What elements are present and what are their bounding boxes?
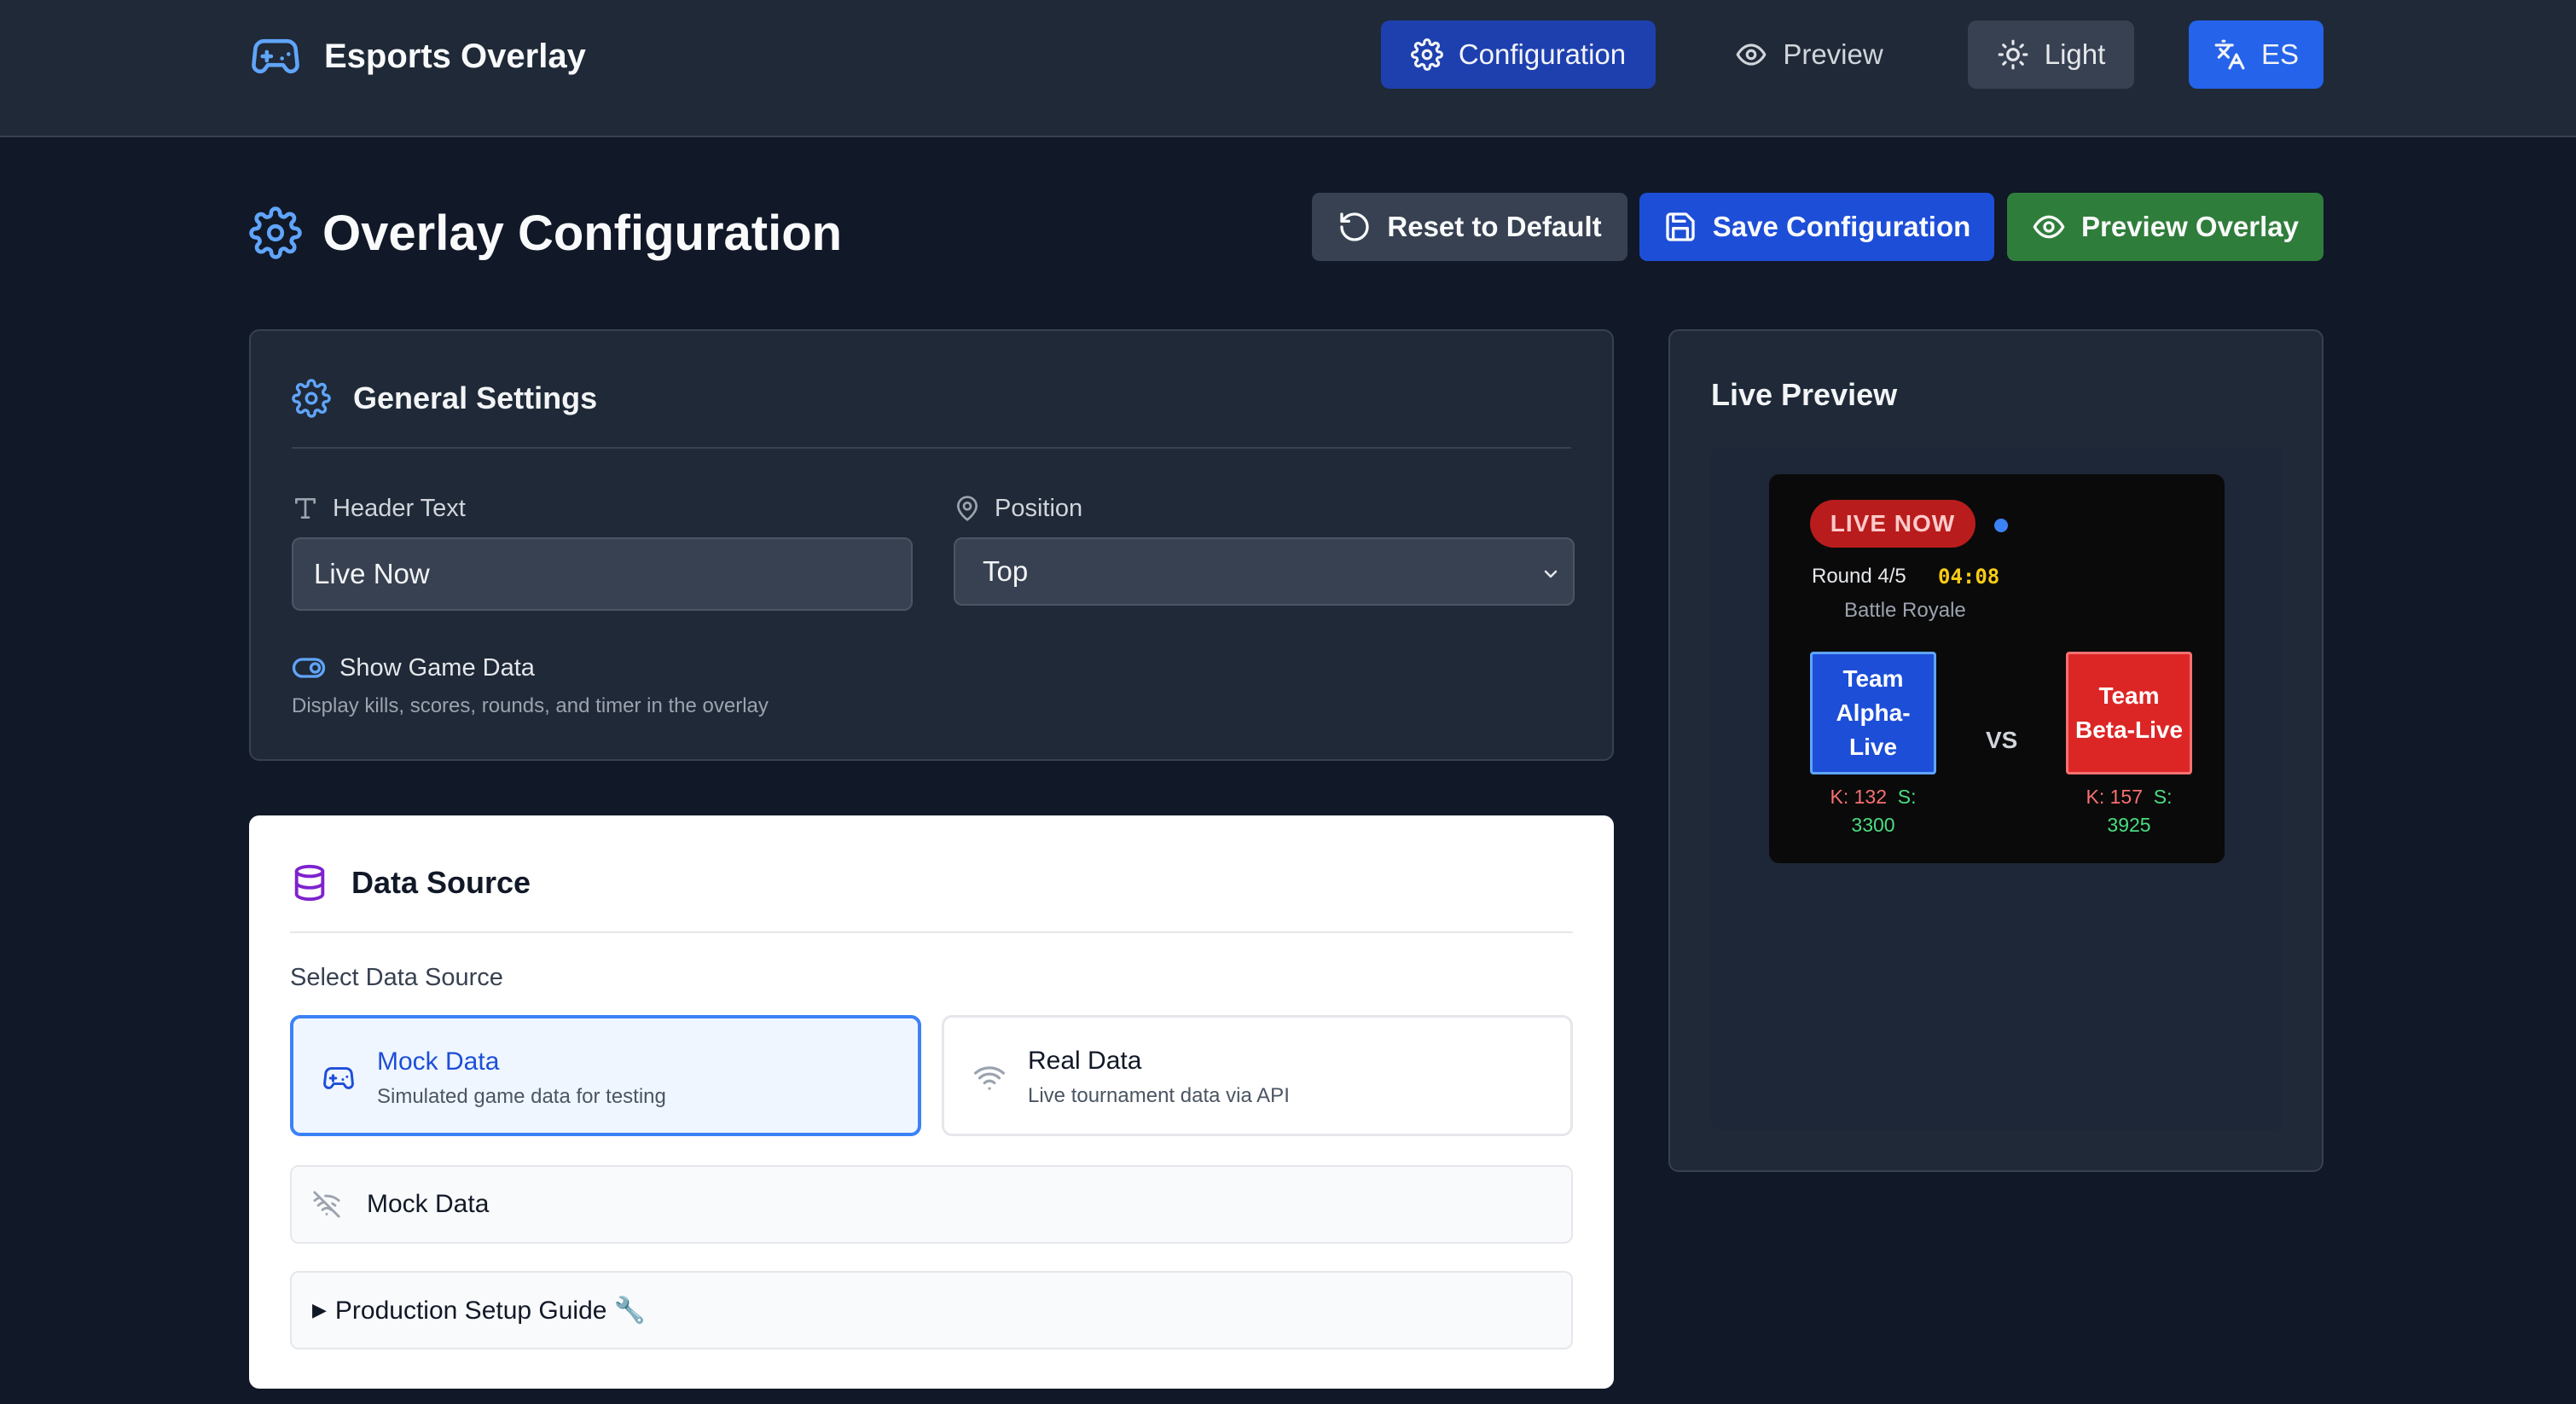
toggle-icon xyxy=(292,655,326,681)
data-source-header: Data Source xyxy=(290,862,531,904)
live-indicator-dot xyxy=(1994,519,2008,532)
nav-configuration-button[interactable]: Configuration xyxy=(1381,20,1656,89)
nav-configuration-label: Configuration xyxy=(1458,38,1627,70)
option-description: Simulated game data for testing xyxy=(377,1085,666,1108)
general-settings-header: General Settings xyxy=(292,377,597,420)
sun-icon xyxy=(1997,38,2029,71)
save-configuration-button[interactable]: Save Configuration xyxy=(1639,193,1994,261)
live-badge: LIVE NOW xyxy=(1810,500,1976,548)
gear-icon xyxy=(1410,38,1443,71)
select-data-source-label: Select Data Source xyxy=(290,964,503,991)
preview-overlay-button[interactable]: Preview Overlay xyxy=(2007,193,2324,261)
eye-icon xyxy=(1735,38,1767,71)
production-setup-guide-label: Production Setup Guide 🔧 xyxy=(334,1296,647,1325)
position-select-value: Top xyxy=(983,555,1029,587)
header-text-input[interactable] xyxy=(292,537,913,611)
timer-text: 04:08 xyxy=(1938,565,2000,589)
reset-to-default-button[interactable]: Reset to Default xyxy=(1312,193,1627,261)
preview-overlay-label: Preview Overlay xyxy=(2080,211,2299,242)
game-mode-text: Battle Royale xyxy=(1844,599,1966,622)
data-source-option-mock[interactable]: Mock Data Simulated game data for testin… xyxy=(290,1015,921,1136)
header-text-label-text: Header Text xyxy=(333,494,466,522)
gamepad-icon xyxy=(321,1063,357,1094)
show-game-data-toggle[interactable]: Show Game Data xyxy=(292,650,535,686)
nav-preview-button[interactable]: Preview xyxy=(1723,20,1895,89)
wifi-off-icon xyxy=(312,1190,341,1219)
live-preview-card: Live Preview LIVE NOW Round 4/5 04:08 Ba… xyxy=(1668,329,2324,1172)
gamepad-icon xyxy=(249,32,302,80)
save-label: Save Configuration xyxy=(1712,211,1971,242)
team-b-card: Team Beta-Live xyxy=(2066,652,2192,775)
rotate-ccw-icon xyxy=(1337,210,1372,244)
data-source-card: Data Source Select Data Source Mock Data… xyxy=(249,815,1614,1389)
translate-icon xyxy=(2213,38,2246,71)
database-icon xyxy=(290,863,329,902)
nav-preview-label: Preview xyxy=(1783,38,1883,70)
theme-toggle-label: Light xyxy=(2044,38,2106,70)
page-heading: Overlay Configuration xyxy=(322,205,843,261)
team-a-card: Team Alpha-Live xyxy=(1810,652,1936,775)
theme-toggle-button[interactable]: Light xyxy=(1968,20,2134,89)
save-icon xyxy=(1663,210,1697,244)
wifi-icon xyxy=(972,1062,1007,1093)
show-game-data-label: Show Game Data xyxy=(339,653,535,682)
option-description: Live tournament data via API xyxy=(1028,1084,1290,1107)
team-b-kills: K: 157 xyxy=(2086,786,2143,808)
header-text-label: Header Text xyxy=(292,491,466,525)
section-divider xyxy=(292,447,1571,449)
chevron-down-icon xyxy=(1540,564,1561,584)
option-title: Mock Data xyxy=(377,1047,500,1076)
data-source-option-real[interactable]: Real Data Live tournament data via API xyxy=(942,1015,1573,1136)
production-setup-guide[interactable]: ▶ Production Setup Guide 🔧 xyxy=(290,1271,1573,1349)
position-label-text: Position xyxy=(995,494,1083,522)
live-preview-title: Live Preview xyxy=(1711,377,1898,412)
gear-icon xyxy=(249,206,302,259)
option-title: Real Data xyxy=(1028,1047,1142,1075)
gear-icon xyxy=(292,379,331,418)
round-text: Round 4/5 xyxy=(1812,565,1906,588)
team-a-kills: K: 132 xyxy=(1830,786,1887,808)
section-divider xyxy=(290,931,1573,933)
language-label: ES xyxy=(2260,38,2300,70)
brand[interactable]: Esports Overlay xyxy=(249,32,586,80)
position-label: Position xyxy=(954,491,1082,525)
data-source-status: Mock Data xyxy=(290,1165,1573,1244)
reset-label: Reset to Default xyxy=(1387,211,1602,242)
eye-icon xyxy=(2032,210,2066,244)
vs-label: VS xyxy=(1986,727,2018,753)
top-navbar: Esports Overlay Configuration Preview Li… xyxy=(0,0,2576,137)
data-source-status-text: Mock Data xyxy=(367,1190,490,1218)
data-source-title: Data Source xyxy=(351,865,531,900)
overlay-preview: LIVE NOW Round 4/5 04:08 Battle Royale T… xyxy=(1769,474,2225,863)
preview-area: LIVE NOW Round 4/5 04:08 Battle Royale T… xyxy=(1711,447,2283,1129)
team-a-stats: K: 132 S: 3300 xyxy=(1810,783,1936,839)
show-game-data-description: Display kills, scores, rounds, and timer… xyxy=(292,694,769,717)
position-select[interactable]: Top xyxy=(954,537,1575,606)
caret-right-icon: ▶ xyxy=(312,1299,327,1320)
map-pin-icon xyxy=(954,495,981,522)
team-b-stats: K: 157 S: 3925 xyxy=(2066,783,2192,839)
page-title: Overlay Configuration xyxy=(249,205,842,261)
language-button[interactable]: ES xyxy=(2189,20,2324,89)
team-b-name: Team Beta-Live xyxy=(2074,682,2184,743)
team-a-name: Team Alpha-Live xyxy=(1836,665,1911,760)
type-icon xyxy=(292,495,319,522)
general-settings-card: General Settings Header Text Position To… xyxy=(249,329,1614,761)
general-settings-title: General Settings xyxy=(353,380,598,415)
app-title: Esports Overlay xyxy=(324,37,586,75)
